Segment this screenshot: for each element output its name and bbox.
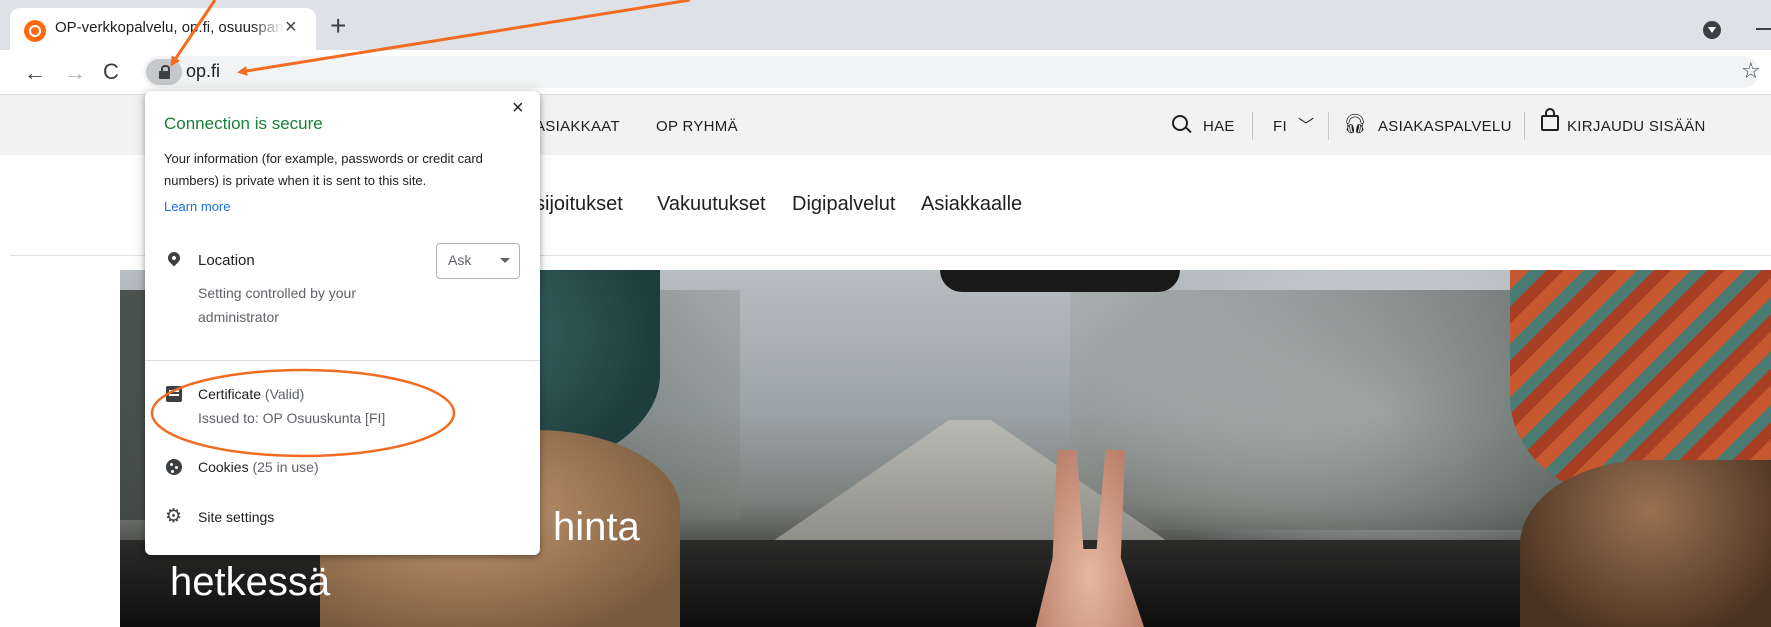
lock-icon-body[interactable] [159,71,170,79]
certificate-icon[interactable] [166,386,182,402]
divider [1524,112,1525,140]
tab-close-icon[interactable]: × [285,16,297,39]
certificate-status[interactable]: (Valid) [265,386,304,402]
login-button[interactable]: KIRJAUDU SISÄÄN [1567,118,1706,135]
site-settings-item[interactable]: Site settings [198,509,274,525]
close-icon[interactable]: × [512,97,524,120]
profile-menu-icon[interactable] [1703,21,1721,39]
certificate-item[interactable]: Certificate (Valid) [198,386,304,402]
tab-title[interactable]: OP-verkkopalvelu, op.fi, osuuspankki [55,19,285,36]
hero-mirror [940,270,1180,292]
main-nav-vakuutukset[interactable]: Vakuutukset [657,193,766,216]
divider [1252,112,1253,140]
hero-hair [1520,460,1771,627]
popup-divider [145,360,540,361]
chevron-down-icon[interactable]: ﹀ [1298,112,1314,136]
search-button[interactable]: HAE [1203,118,1235,135]
learn-more-link[interactable]: Learn more [164,199,230,214]
hero-headline: hinta [553,505,640,549]
new-tab-button[interactable]: + [330,12,346,40]
minimize-icon[interactable] [1756,28,1771,30]
main-nav-asiakkaalle[interactable]: Asiakkaalle [921,193,1022,216]
gear-icon[interactable]: ⚙ [165,507,182,526]
connection-description: Your information (for example, passwords… [164,151,483,188]
cookies-count[interactable]: (25 in use) [252,459,318,475]
language-selector[interactable]: FI [1273,118,1287,135]
cookies-label[interactable]: Cookies [198,459,249,475]
location-permission-label: Location [198,252,255,269]
cookies-item[interactable]: Cookies (25 in use) [198,459,319,475]
cookie-icon[interactable] [166,459,182,475]
main-nav-sijoitukset[interactable]: sijoitukset [535,193,623,216]
address-bar[interactable] [143,56,1759,88]
headset-icon[interactable]: 🎧︎ [1343,112,1367,136]
divider [1328,112,1329,140]
reload-icon[interactable]: C [103,59,119,85]
back-icon[interactable]: ← [24,60,46,86]
connection-status-title: Connection is secure [164,114,323,133]
hero-headline: hetkessä [170,560,331,604]
main-nav-digipalvelut[interactable]: Digipalvelut [792,193,895,216]
search-icon[interactable] [1172,115,1188,131]
certificate-label[interactable]: Certificate [198,386,261,402]
url-text[interactable]: op.fi [186,61,220,82]
nav-op-ryhma[interactable]: OP RYHMÄ [656,118,738,135]
location-permission-value[interactable]: Ask [448,252,471,268]
op-favicon-icon [24,20,46,42]
location-permission-note: Setting controlled by your administrator [198,285,356,325]
dropdown-arrow-icon[interactable] [500,258,510,263]
customer-service-link[interactable]: ASIAKASPALVELU [1378,118,1512,135]
login-lock-icon[interactable] [1541,108,1559,131]
nav-asiakkaat[interactable]: ASIAKKAAT [535,118,620,135]
forward-icon[interactable]: → [64,60,86,86]
certificate-issued-to[interactable]: Issued to: OP Osuuskunta [FI] [198,410,385,426]
bookmark-star-icon[interactable]: ☆ [1741,58,1761,84]
